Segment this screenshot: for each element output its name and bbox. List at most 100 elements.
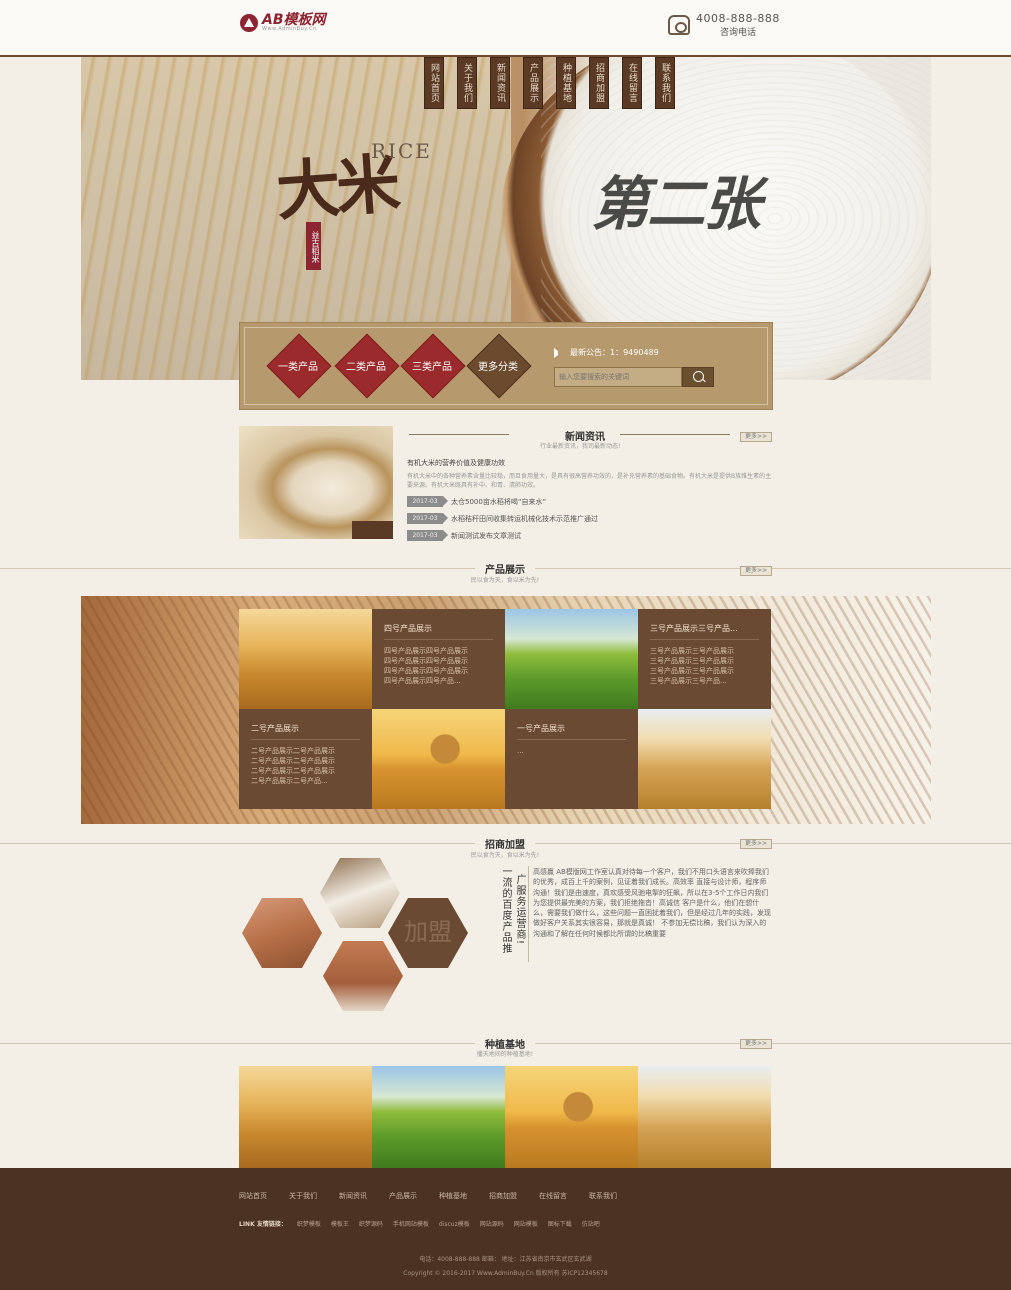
- base-image[interactable]: [505, 1066, 638, 1168]
- friend-link[interactable]: 织梦模板: [297, 1219, 321, 1228]
- category-1-button[interactable]: 一类产品: [266, 333, 330, 397]
- footer-copyright: Copyright © 2016-2017 Www.AdminBuy.Cn 版权…: [403, 1270, 608, 1277]
- footer-nav-item[interactable]: 关于我们: [289, 1191, 317, 1201]
- category-3-label: 三类产品: [412, 361, 452, 373]
- base-image[interactable]: [638, 1066, 771, 1168]
- nav-about[interactable]: 关于我们: [457, 57, 477, 109]
- product-image[interactable]: [372, 709, 505, 809]
- product-desc-line: 四号产品展示四号产品展示: [384, 647, 468, 655]
- base-section-subtitle: 播天地间的种植基地!: [476, 1051, 534, 1058]
- friend-link[interactable]: 模板王: [331, 1219, 349, 1228]
- news-item-title[interactable]: 新闻测试发布文章测试: [451, 531, 521, 541]
- news-item-title[interactable]: 水稻秸秆田间收集转运机械化技术示范推广通过: [451, 514, 598, 524]
- nav-news[interactable]: 新闻资讯: [490, 57, 510, 109]
- product-image[interactable]: [638, 709, 771, 809]
- phone-number: 4008-888-888: [696, 12, 780, 25]
- join-hex-text: 加盟: [404, 918, 452, 946]
- news-item-title[interactable]: 太仓5000亩水稻将喝“自来水”: [451, 497, 546, 507]
- banner-seal: 益古稻米: [306, 222, 321, 270]
- category-2-label: 二类产品: [346, 361, 386, 373]
- product-tile-3[interactable]: 三号产品展示三号产品... 三号产品展示三号产品展示 三号产品展示三号产品展示 …: [638, 609, 771, 709]
- join-section-title: 招商加盟: [475, 836, 535, 851]
- product-desc-line: 四号产品展示四号产品...: [384, 677, 461, 685]
- friend-link[interactable]: 网站模板: [514, 1219, 538, 1228]
- news-date: 2017-03: [407, 496, 448, 507]
- base-more-button[interactable]: 更多>>: [740, 1039, 772, 1049]
- product-tile-4[interactable]: 四号产品展示 四号产品展示四号产品展示 四号产品展示四号产品展示 四号产品展示四…: [372, 609, 505, 709]
- product-tile-2[interactable]: 二号产品展示 二号产品展示二号产品展示 二号产品展示二号产品展示 二号产品展示二…: [239, 709, 372, 809]
- products-section-title: 产品展示: [475, 561, 535, 576]
- site-logo[interactable]: AB模板网 Www.AdminBuy.Cn: [240, 13, 326, 32]
- product-desc-line: 四号产品展示四号产品展示: [384, 657, 468, 665]
- footer-nav-item[interactable]: 在线留言: [539, 1191, 567, 1201]
- nav-products[interactable]: 产品展示: [523, 57, 543, 109]
- search-input[interactable]: [554, 367, 682, 387]
- product-desc-line: 二号产品展示二号产品展示: [251, 747, 335, 755]
- news-image-corner: [352, 521, 393, 539]
- product-image[interactable]: [505, 609, 638, 709]
- category-3-button[interactable]: 三类产品: [400, 333, 464, 397]
- friend-links-label: LINK 友情链接：: [239, 1221, 287, 1228]
- base-image[interactable]: [239, 1066, 372, 1168]
- product-desc-line: 四号产品展示四号产品展示: [384, 667, 468, 675]
- nav-contact[interactable]: 联系我们: [655, 57, 675, 109]
- join-more-button[interactable]: 更多>>: [740, 839, 772, 849]
- category-panel: 一类产品 二类产品 三类产品 更多分类 最新公告：1：9490489: [239, 322, 773, 410]
- products-section-subtitle: 民以食为天，食以米为先!: [470, 577, 540, 584]
- friend-link[interactable]: 网站源码: [480, 1219, 504, 1228]
- base-image[interactable]: [372, 1066, 505, 1168]
- phone-contact: 4008-888-888 咨询电话: [668, 12, 780, 38]
- product-title: 二号产品展示: [251, 723, 360, 740]
- footer-nav-item[interactable]: 种植基地: [439, 1191, 467, 1201]
- join-hex-label: 加盟: [388, 898, 468, 968]
- news-title-line-right: [620, 434, 730, 435]
- news-date: 2017-03: [407, 513, 448, 524]
- friend-link[interactable]: 图标下载: [548, 1219, 572, 1228]
- banner-slide-title: 第二张: [591, 170, 761, 238]
- announcement-text[interactable]: 最新公告：1：9490489: [570, 347, 659, 358]
- product-tile-1[interactable]: 一号产品展示 ...: [505, 709, 638, 809]
- product-desc-line: 三号产品展示三号产品展示: [650, 647, 734, 655]
- nav-message[interactable]: 在线留言: [622, 57, 642, 109]
- friend-link[interactable]: discuz模板: [439, 1219, 470, 1228]
- join-slogan-1: 一流的百度产品推: [500, 866, 511, 954]
- footer-nav-item[interactable]: 新闻资讯: [339, 1191, 367, 1201]
- footer-nav-item[interactable]: 产品展示: [389, 1191, 417, 1201]
- logo-subtext: Www.AdminBuy.Cn: [262, 26, 317, 32]
- product-desc-line: 二号产品展示二号产品展示: [251, 767, 335, 775]
- site-header: AB模板网 Www.AdminBuy.Cn 4008-888-888 咨询电话: [0, 0, 1011, 57]
- friend-links: LINK 友情链接： 织梦模板 模板王 织梦源码 手机网站模板 discuz模板…: [239, 1219, 600, 1228]
- more-categories-button[interactable]: 更多分类: [466, 333, 530, 397]
- news-title-line-left: [409, 434, 509, 435]
- product-title: 三号产品展示三号产品...: [650, 623, 759, 640]
- products-more-button[interactable]: 更多>>: [740, 566, 772, 576]
- join-hex-image: [323, 941, 403, 1011]
- news-headline[interactable]: 有机大米的营养价值及健康功效: [407, 458, 505, 468]
- friend-link[interactable]: 手机网站模板: [393, 1219, 429, 1228]
- nav-join[interactable]: 招商加盟: [589, 57, 609, 109]
- logo-icon: [240, 14, 258, 32]
- friend-link[interactable]: 仿站吧: [582, 1219, 600, 1228]
- join-description: 高感赢 AB模版网工作室认真对待每一个客户，我们不用口头语言来吹捧我们的优秀，成…: [533, 868, 771, 938]
- nav-home[interactable]: 网站首页: [424, 57, 444, 109]
- nav-base[interactable]: 种植基地: [556, 57, 576, 109]
- product-title: 一号产品展示: [517, 723, 626, 740]
- product-desc-line: ...: [517, 747, 524, 755]
- news-row[interactable]: 2017-03 新闻测试发布文章测试: [407, 530, 521, 541]
- telephone-icon: [668, 15, 690, 35]
- product-image[interactable]: [239, 609, 372, 709]
- search-button[interactable]: [682, 367, 714, 387]
- footer-nav-item[interactable]: 招商加盟: [489, 1191, 517, 1201]
- news-more-button[interactable]: 更多>>: [740, 432, 772, 442]
- speaker-icon: [554, 347, 564, 358]
- category-2-button[interactable]: 二类产品: [334, 333, 398, 397]
- news-row[interactable]: 2017-03 水稻秸秆田间收集转运机械化技术示范推广通过: [407, 513, 598, 524]
- product-desc-line: 三号产品展示三号产品展示: [650, 667, 734, 675]
- search-bar: [554, 367, 714, 387]
- news-date: 2017-03: [407, 530, 448, 541]
- more-categories-label: 更多分类: [478, 361, 518, 373]
- friend-link[interactable]: 织梦源码: [359, 1219, 383, 1228]
- news-row[interactable]: 2017-03 太仓5000亩水稻将喝“自来水”: [407, 496, 546, 507]
- footer-nav-item[interactable]: 网站首页: [239, 1191, 267, 1201]
- footer-nav-item[interactable]: 联系我们: [589, 1191, 617, 1201]
